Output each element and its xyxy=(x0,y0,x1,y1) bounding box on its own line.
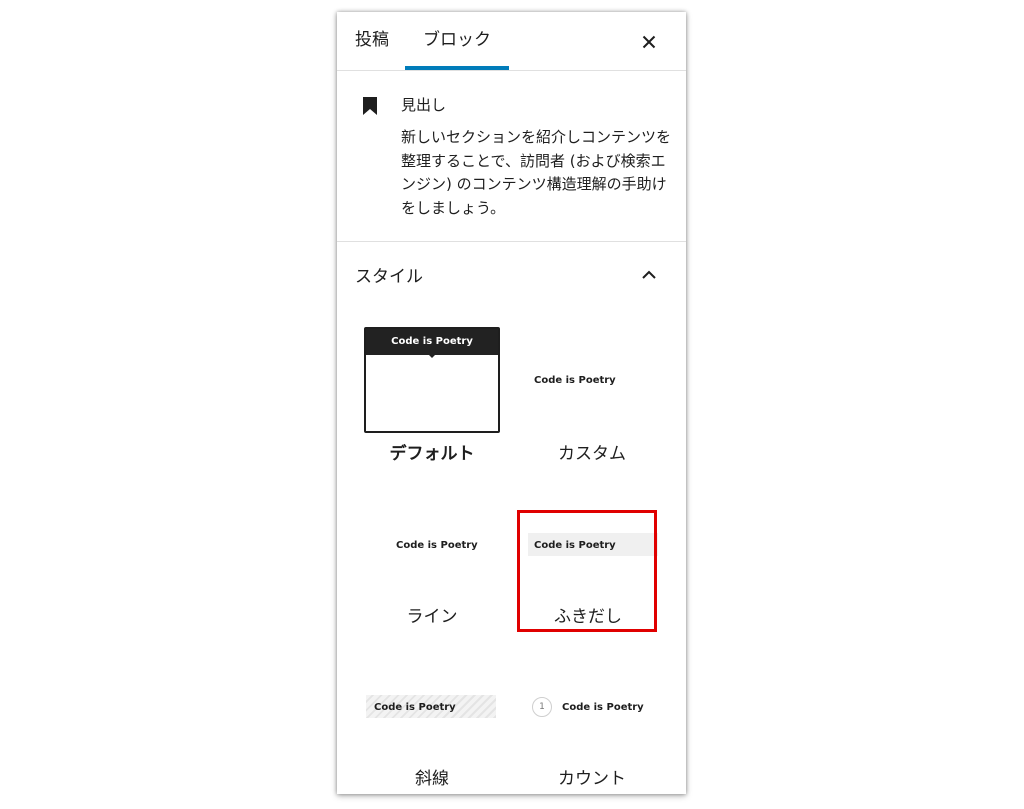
style-preview: 1 Code is Poetry xyxy=(524,674,660,754)
style-preview: Code is Poetry xyxy=(364,512,500,592)
style-option-custom[interactable]: Code is Poetry カスタム xyxy=(524,327,660,467)
preview-notch xyxy=(429,355,435,358)
style-option-diagonal[interactable]: Code is Poetry 斜線 xyxy=(366,674,502,794)
style-label: 斜線 xyxy=(415,769,449,789)
sidebar-tabs: 投稿 ブロック xyxy=(337,12,686,71)
style-label: カウント xyxy=(558,769,626,789)
close-icon xyxy=(642,35,656,49)
block-card: 見出し 新しいセクションを紹介しコンテンツを整理することで、訪問者 (および検索… xyxy=(337,71,686,242)
style-preview: Code is Poetry xyxy=(366,674,502,754)
style-preview: Code is Poetry xyxy=(524,327,660,433)
highlight-box xyxy=(517,510,657,632)
preview-text: Code is Poetry xyxy=(534,375,616,386)
count-circle: 1 xyxy=(532,697,552,717)
tab-post[interactable]: 投稿 xyxy=(355,12,389,70)
tab-block[interactable]: ブロック xyxy=(405,12,509,70)
close-button[interactable] xyxy=(637,30,661,54)
style-option-line[interactable]: Code is Poetry ライン xyxy=(364,512,500,632)
style-label: デフォルト xyxy=(389,444,475,464)
preview-banner: Code is Poetry xyxy=(366,329,498,355)
block-settings-sidebar: 投稿 ブロック 見出し 新しいセクションを紹介しコンテンツを整理することで、訪問… xyxy=(337,12,686,794)
preview-text: Code is Poetry xyxy=(391,336,473,347)
styles-panel-title[interactable]: スタイル xyxy=(355,262,423,287)
preview-text: Code is Poetry xyxy=(562,702,644,713)
style-label: ライン xyxy=(406,607,458,627)
preview-text: Code is Poetry xyxy=(374,702,456,713)
active-tab-indicator xyxy=(405,66,509,70)
preview-text: Code is Poetry xyxy=(396,540,478,551)
style-label: カスタム xyxy=(558,444,626,464)
bookmark-icon xyxy=(363,97,377,115)
block-title: 見出し xyxy=(401,96,447,114)
chevron-up-icon[interactable] xyxy=(639,265,659,285)
style-preview: Code is Poetry xyxy=(364,327,500,433)
style-option-count[interactable]: 1 Code is Poetry カウント xyxy=(524,674,660,794)
style-option-default[interactable]: Code is Poetry デフォルト xyxy=(364,327,500,467)
block-description: 新しいセクションを紹介しコンテンツを整理することで、訪問者 (および検索エンジン… xyxy=(401,128,672,217)
